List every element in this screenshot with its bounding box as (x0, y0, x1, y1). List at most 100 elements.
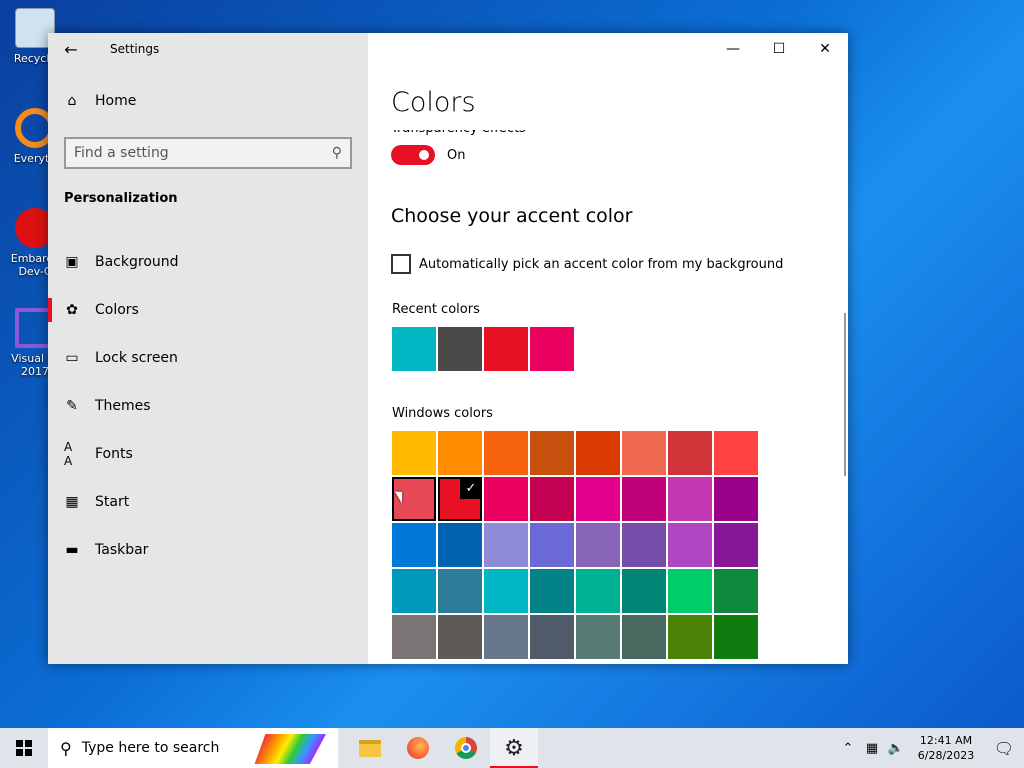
accent-color-swatch[interactable] (714, 615, 758, 659)
clock-time: 12:41 AM (919, 734, 973, 747)
accent-color-swatch[interactable] (392, 615, 436, 659)
window-controls: — ☐ ✕ (710, 33, 848, 65)
taskbar-settings[interactable]: ⚙ (490, 728, 538, 768)
recent-color-swatch[interactable] (438, 327, 482, 371)
accent-color-swatch[interactable] (668, 569, 712, 613)
network-icon[interactable]: ▦ (860, 741, 884, 756)
accent-color-swatch[interactable] (530, 615, 574, 659)
taskbar-chrome[interactable] (442, 728, 490, 768)
accent-color-swatch[interactable] (438, 431, 482, 475)
fonts-icon: A A (64, 440, 74, 468)
accent-color-swatch[interactable] (668, 477, 712, 521)
accent-color-swatch[interactable] (714, 523, 758, 567)
sidebar-item-themes[interactable]: ✎ Themes (48, 382, 368, 430)
sidebar-item-lock-screen[interactable]: ▭ Lock screen (48, 334, 368, 382)
accent-color-swatch[interactable] (622, 523, 666, 567)
sidebar-item-taskbar[interactable]: ▬ Taskbar (48, 526, 368, 574)
transparency-toggle[interactable] (391, 145, 435, 165)
toggle-knob (419, 150, 429, 160)
accent-color-swatch[interactable] (622, 569, 666, 613)
accent-color-swatch[interactable] (530, 569, 574, 613)
accent-color-swatch[interactable] (438, 523, 482, 567)
volume-muted-icon[interactable]: 🔈 (884, 741, 908, 756)
accent-color-swatch[interactable] (530, 431, 574, 475)
sidebar-item-colors[interactable]: ✿ Colors (48, 286, 368, 334)
accent-color-swatch[interactable] (438, 569, 482, 613)
accent-color-swatch[interactable] (576, 431, 620, 475)
start-button[interactable] (0, 728, 48, 768)
accent-color-swatch[interactable] (576, 523, 620, 567)
sidebar-item-label: Themes (95, 398, 151, 414)
auto-pick-checkbox[interactable] (391, 254, 411, 274)
recent-colors (392, 327, 576, 371)
recent-color-swatch[interactable] (484, 327, 528, 371)
sidebar-item-label: Lock screen (95, 350, 178, 366)
minimize-button[interactable]: — (710, 33, 756, 65)
windows-colors-grid: ✓ (392, 431, 758, 659)
taskbar-file-explorer[interactable] (346, 728, 394, 768)
start-icon: ▦ (65, 494, 79, 510)
picture-icon: ▣ (65, 254, 79, 270)
accent-color-swatch[interactable] (530, 477, 574, 521)
maximize-icon: ☐ (772, 41, 786, 57)
chrome-icon (455, 737, 477, 759)
home-link[interactable]: ⌂ Home (64, 93, 137, 109)
content-pane: — ☐ ✕ Colors Transparency effects On Cho… (368, 33, 848, 664)
sidebar: ← Settings ⌂ Home Find a setting ⚲ Perso… (48, 33, 368, 664)
accent-color-swatch[interactable] (576, 615, 620, 659)
accent-color-swatch[interactable] (622, 431, 666, 475)
accent-color-swatch[interactable] (576, 477, 620, 521)
accent-color-swatch[interactable] (622, 477, 666, 521)
accent-color-swatch[interactable] (622, 615, 666, 659)
transparency-row: On (391, 145, 465, 165)
accent-color-swatch[interactable] (392, 523, 436, 567)
accent-color-swatch[interactable]: ✓ (438, 477, 482, 521)
accent-color-swatch[interactable] (530, 523, 574, 567)
accent-heading: Choose your accent color (391, 205, 633, 227)
sidebar-item-fonts[interactable]: A A Fonts (48, 430, 368, 478)
accent-color-swatch[interactable] (714, 477, 758, 521)
chevron-up-icon[interactable]: ⌃ (836, 741, 860, 756)
back-button[interactable]: ← (48, 33, 94, 65)
accent-color-swatch[interactable] (484, 431, 528, 475)
recent-color-swatch[interactable] (392, 327, 436, 371)
sidebar-item-label: Fonts (95, 446, 133, 462)
auto-pick-row[interactable]: Automatically pick an accent color from … (391, 254, 783, 274)
taskbar-icon: ▬ (65, 542, 79, 558)
nav-list: ▣ Background ✿ Colors ▭ Lock screen ✎ Th… (48, 238, 368, 574)
accent-color-swatch[interactable] (668, 431, 712, 475)
accent-color-swatch[interactable] (484, 523, 528, 567)
toggle-state: On (447, 147, 466, 163)
sidebar-item-label: Colors (95, 302, 139, 318)
notification-icon[interactable]: 🗨 (984, 739, 1024, 758)
accent-color-swatch[interactable] (392, 569, 436, 613)
close-button[interactable]: ✕ (802, 33, 848, 65)
windows-logo-icon (16, 740, 32, 756)
scrollbar[interactable] (844, 313, 846, 476)
recent-color-swatch[interactable] (530, 327, 574, 371)
accent-color-swatch[interactable] (484, 615, 528, 659)
search-placeholder: Find a setting (74, 145, 169, 161)
taskbar-search[interactable]: ⚲ Type here to search (48, 728, 338, 768)
recent-colors-label: Recent colors (392, 302, 480, 317)
accent-color-swatch[interactable] (392, 431, 436, 475)
accent-color-swatch[interactable] (714, 431, 758, 475)
sidebar-item-label: Background (95, 254, 179, 270)
sidebar-item-start[interactable]: ▦ Start (48, 478, 368, 526)
accent-color-swatch[interactable] (668, 523, 712, 567)
clock[interactable]: 12:41 AM 6/28/2023 (908, 733, 984, 763)
minimize-icon: — (726, 41, 740, 57)
maximize-button[interactable]: ☐ (756, 33, 802, 65)
taskbar-firefox[interactable] (394, 728, 442, 768)
accent-color-swatch[interactable] (576, 569, 620, 613)
sidebar-item-label: Start (95, 494, 130, 510)
accent-color-swatch[interactable] (484, 477, 528, 521)
accent-color-swatch[interactable] (484, 569, 528, 613)
accent-color-swatch[interactable] (714, 569, 758, 613)
accent-color-swatch[interactable] (392, 477, 436, 521)
accent-color-swatch[interactable] (438, 615, 482, 659)
accent-color-swatch[interactable] (668, 615, 712, 659)
firefox-icon (407, 737, 429, 759)
sidebar-item-background[interactable]: ▣ Background (48, 238, 368, 286)
find-setting-input[interactable]: Find a setting ⚲ (64, 137, 352, 169)
